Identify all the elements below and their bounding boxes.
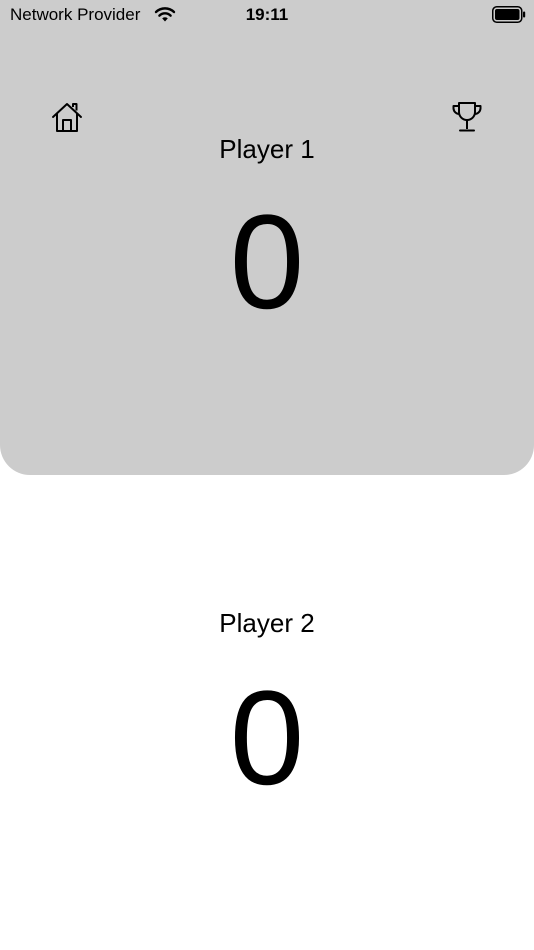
- player-1-name: Player 1: [219, 134, 315, 164]
- trophy-icon[interactable]: [450, 100, 484, 134]
- home-icon[interactable]: [50, 100, 84, 134]
- scoreboard-screen: Player 1 0 Player 2 0 Network Provider 1…: [0, 0, 534, 950]
- battery-icon: [492, 6, 526, 23]
- player-1-score[interactable]: 0: [0, 196, 534, 330]
- clock: 19:11: [245, 5, 289, 24]
- player-2-name: Player 2: [219, 608, 315, 638]
- status-bar: Network Provider 19:11: [0, 0, 534, 30]
- player-2-score[interactable]: 0: [0, 672, 534, 806]
- player-1-panel[interactable]: Player 1 0: [0, 0, 534, 475]
